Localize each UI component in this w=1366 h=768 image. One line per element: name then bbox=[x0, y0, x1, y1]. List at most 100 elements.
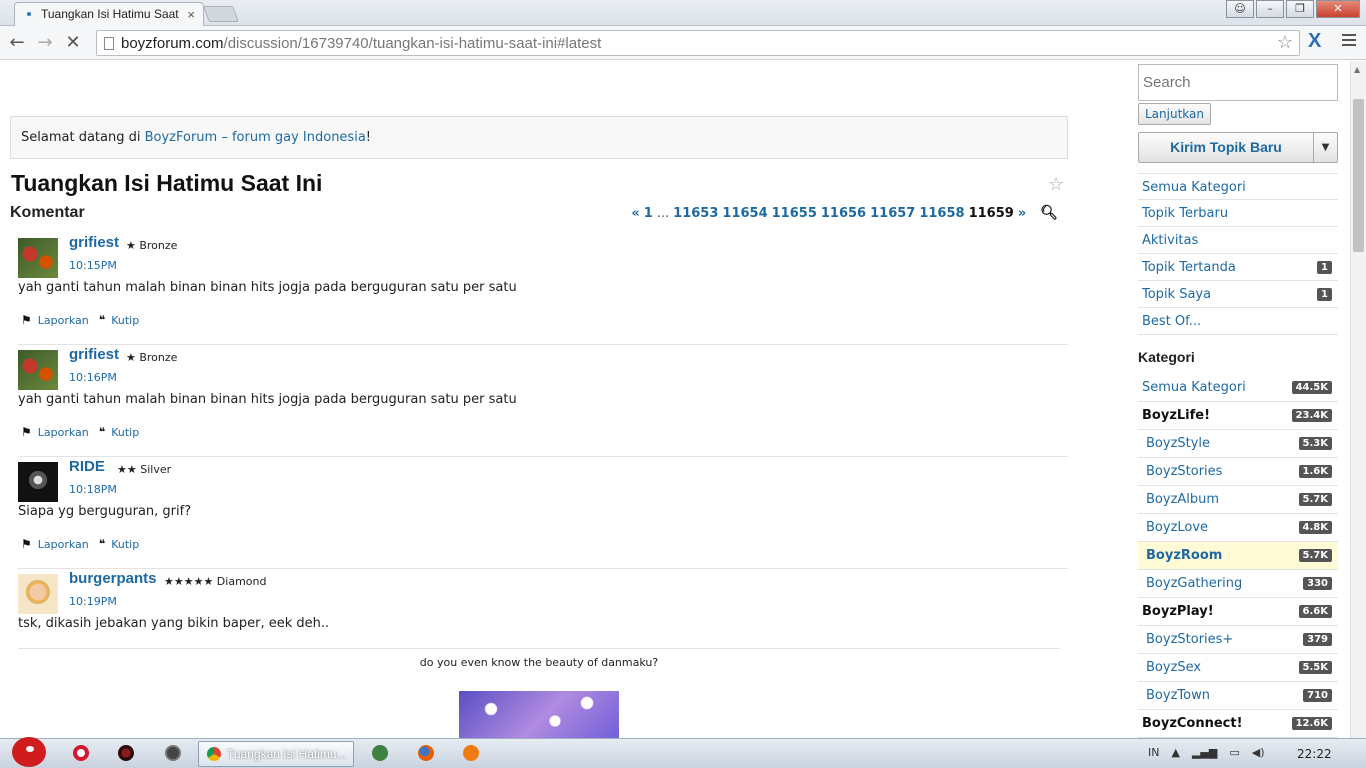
category-item[interactable]: BoyzLife! 23.4K bbox=[1138, 402, 1338, 430]
sidebar-item-bookmarked[interactable]: Topik Tertanda 1 bbox=[1138, 254, 1338, 281]
sidebar-item-activity[interactable]: Aktivitas bbox=[1138, 227, 1338, 254]
quote-link[interactable]: Kutip bbox=[111, 426, 139, 439]
language-indicator[interactable]: IN bbox=[1148, 746, 1159, 759]
category-item[interactable]: BoyzLove 4.8K bbox=[1138, 514, 1338, 542]
category-label[interactable]: BoyzSex bbox=[1146, 660, 1201, 675]
sidebar-item-my-topics[interactable]: Topik Saya 1 bbox=[1138, 281, 1338, 308]
sidebar-item-label[interactable]: Aktivitas bbox=[1142, 233, 1198, 248]
close-window-button[interactable]: ✕ bbox=[1316, 0, 1360, 18]
category-label[interactable]: BoyzLife! bbox=[1142, 408, 1210, 423]
pager-prev[interactable]: « bbox=[631, 206, 639, 221]
category-label[interactable]: BoyzPlay! bbox=[1142, 604, 1214, 619]
category-label[interactable]: BoyzLove bbox=[1146, 520, 1208, 535]
clock[interactable]: 22:22 bbox=[1297, 747, 1332, 761]
avatar[interactable] bbox=[18, 574, 58, 614]
category-label[interactable]: BoyzAlbum bbox=[1146, 492, 1219, 507]
app-red-icon[interactable] bbox=[118, 745, 134, 761]
category-label[interactable]: BoyzStories+ bbox=[1146, 632, 1233, 647]
search-input[interactable] bbox=[1138, 64, 1338, 101]
category-label[interactable]: BoyzStyle bbox=[1146, 436, 1210, 451]
volume-icon[interactable]: ◀) bbox=[1252, 746, 1265, 759]
quote-link[interactable]: Kutip bbox=[111, 314, 139, 327]
opera-icon[interactable] bbox=[73, 745, 89, 761]
category-label[interactable]: BoyzRoom bbox=[1146, 548, 1222, 563]
sidebar-item-best-of[interactable]: Best Of... bbox=[1138, 308, 1338, 335]
category-label[interactable]: BoyzGathering bbox=[1146, 576, 1242, 591]
pager-first[interactable]: 1 bbox=[644, 206, 653, 221]
comment-author[interactable]: grifiest bbox=[69, 346, 119, 363]
maximize-button[interactable]: ❐ bbox=[1286, 0, 1314, 18]
avatar[interactable] bbox=[18, 238, 58, 278]
page-scrollbar[interactable]: ▲ bbox=[1350, 61, 1366, 738]
pager-page[interactable]: 11658 bbox=[919, 206, 964, 221]
report-link[interactable]: Laporkan bbox=[38, 426, 89, 439]
category-item[interactable]: BoyzAlbum 5.7K bbox=[1138, 486, 1338, 514]
category-item[interactable]: BoyzPlay! 6.6K bbox=[1138, 598, 1338, 626]
category-label[interactable]: BoyzTown bbox=[1146, 688, 1210, 703]
avatar[interactable] bbox=[18, 462, 58, 502]
category-item[interactable]: Semua Kategori 44.5K bbox=[1138, 374, 1338, 402]
bookmark-star-icon[interactable]: ☆ bbox=[1277, 32, 1293, 53]
reload-stop-icon[interactable]: ✕ bbox=[62, 32, 84, 53]
category-item[interactable]: BoyzGathering 330 bbox=[1138, 570, 1338, 598]
scroll-up-arrow-icon[interactable]: ▲ bbox=[1354, 65, 1360, 74]
comment-time[interactable]: 10:16PM bbox=[69, 371, 117, 384]
category-item[interactable]: BoyzStories+ 379 bbox=[1138, 626, 1338, 654]
forum-link[interactable]: BoyzForum – forum gay Indonesia bbox=[145, 130, 366, 145]
new-tab-button[interactable] bbox=[203, 6, 239, 22]
new-topic-dropdown-icon[interactable]: ▼ bbox=[1314, 132, 1338, 163]
pager-page[interactable]: 11656 bbox=[821, 206, 866, 221]
bookmark-discussion-icon[interactable]: ☆ bbox=[1048, 174, 1064, 195]
comment-time[interactable]: 10:19PM bbox=[69, 595, 117, 608]
forward-arrow-icon[interactable]: → bbox=[34, 32, 56, 53]
comment-time[interactable]: 10:15PM bbox=[69, 259, 117, 272]
start-button[interactable] bbox=[8, 731, 48, 768]
sidebar-item-label[interactable]: Semua Kategori bbox=[1142, 180, 1246, 195]
menu-hamburger-icon[interactable] bbox=[1342, 34, 1356, 49]
taskbar-chrome-window[interactable]: Tuangkan Isi Hatimu... bbox=[198, 741, 354, 767]
pager-page[interactable]: 11655 bbox=[772, 206, 817, 221]
scroll-thumb[interactable] bbox=[1353, 99, 1364, 252]
category-item[interactable]: BoyzStyle 5.3K bbox=[1138, 430, 1338, 458]
sidebar-item-label[interactable]: Topik Saya bbox=[1142, 287, 1211, 302]
comment-time[interactable]: 10:18PM bbox=[69, 483, 117, 496]
category-label[interactable]: Semua Kategori bbox=[1142, 380, 1246, 395]
comment-author[interactable]: burgerpants bbox=[69, 570, 157, 587]
battery-icon[interactable]: ▭ bbox=[1229, 746, 1239, 759]
category-item[interactable]: BoyzConnect! 12.6K bbox=[1138, 710, 1338, 738]
sidebar-item-recent[interactable]: Topik Terbaru bbox=[1138, 200, 1338, 227]
tray-expand-icon[interactable]: ▲ bbox=[1171, 746, 1179, 759]
new-topic-button[interactable]: Kirim Topik Baru bbox=[1138, 132, 1314, 163]
category-item-active[interactable]: BoyzRoom 5.7K bbox=[1138, 542, 1338, 570]
firefox-icon[interactable] bbox=[418, 745, 434, 761]
sidebar-item-label[interactable]: Topik Terbaru bbox=[1142, 206, 1228, 221]
quote-link[interactable]: Kutip bbox=[111, 538, 139, 551]
category-item[interactable]: BoyzStories 1.6K bbox=[1138, 458, 1338, 486]
back-arrow-icon[interactable]: ← bbox=[6, 32, 28, 53]
avatar[interactable] bbox=[18, 350, 58, 390]
app-orange-icon[interactable] bbox=[463, 745, 479, 761]
browser-tab[interactable]: Tuangkan Isi Hatimu Saat × bbox=[14, 2, 204, 26]
app-dark-icon[interactable] bbox=[165, 745, 181, 761]
report-link[interactable]: Laporkan bbox=[38, 538, 89, 551]
pager-next[interactable]: » bbox=[1018, 206, 1026, 221]
pager-page[interactable]: 11657 bbox=[870, 206, 915, 221]
category-item[interactable]: BoyzTown 710 bbox=[1138, 682, 1338, 710]
tab-close-icon[interactable]: × bbox=[187, 7, 195, 22]
pager-page[interactable]: 11654 bbox=[722, 206, 767, 221]
comment-author[interactable]: grifiest bbox=[69, 234, 119, 251]
user-icon[interactable]: ☺ bbox=[1226, 0, 1254, 18]
report-link[interactable]: Laporkan bbox=[38, 314, 89, 327]
comment-author[interactable]: RIDE bbox=[69, 458, 105, 475]
address-bar[interactable]: boyzforum.com/discussion/16739740/tuangk… bbox=[96, 30, 1300, 56]
category-label[interactable]: BoyzConnect! bbox=[1142, 716, 1243, 731]
search-submit-button[interactable]: Lanjutkan bbox=[1138, 103, 1211, 125]
sidebar-item-all-categories[interactable]: Semua Kategori bbox=[1138, 173, 1338, 200]
search-icon[interactable]: 🔍︎ bbox=[1040, 205, 1058, 221]
pager-page[interactable]: 11653 bbox=[673, 206, 718, 221]
category-label[interactable]: BoyzStories bbox=[1146, 464, 1222, 479]
minimize-button[interactable]: – bbox=[1256, 0, 1284, 18]
network-icon[interactable]: ▂▄▆ bbox=[1192, 746, 1217, 759]
category-item[interactable]: BoyzSex 5.5K bbox=[1138, 654, 1338, 682]
sidebar-item-label[interactable]: Topik Tertanda bbox=[1142, 260, 1236, 275]
